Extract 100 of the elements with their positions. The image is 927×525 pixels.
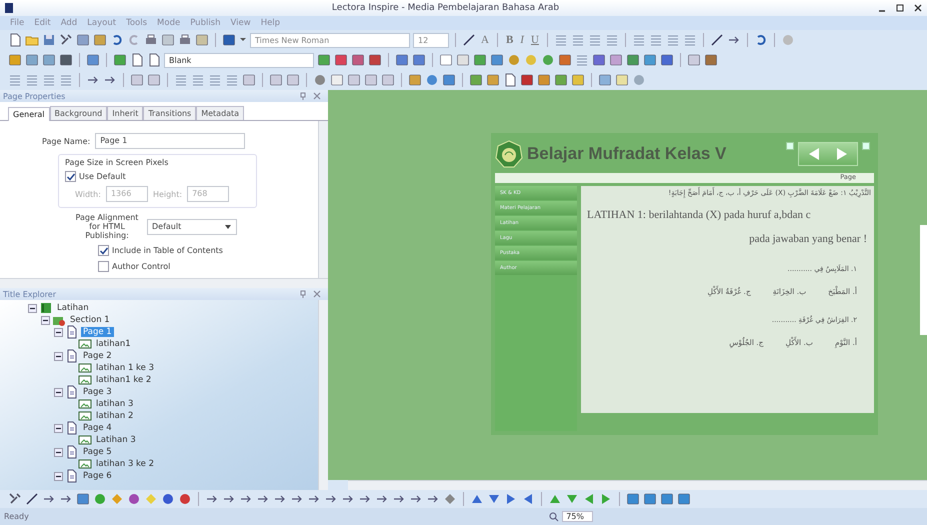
lines-icon[interactable] — [575, 53, 589, 67]
tile-icon[interactable] — [76, 33, 90, 47]
tile-icon[interactable] — [317, 53, 331, 67]
tree-item[interactable]: Page 4 — [81, 423, 114, 433]
underline-button[interactable]: U — [528, 34, 541, 46]
tree-item[interactable]: Page 3 — [81, 387, 114, 397]
tile-icon[interactable] — [347, 73, 361, 87]
circle-icon[interactable] — [127, 492, 141, 506]
tree-item[interactable]: Latihan — [55, 303, 91, 313]
tree-item[interactable]: Page 2 — [81, 351, 114, 361]
lines-icon[interactable] — [666, 33, 680, 47]
tile-icon[interactable] — [161, 33, 175, 47]
tile-icon[interactable] — [364, 73, 378, 87]
tile-icon[interactable] — [469, 73, 483, 87]
tree-item[interactable]: Page 1 — [81, 327, 114, 337]
scrollbar[interactable] — [318, 300, 328, 490]
document-icon[interactable] — [8, 33, 22, 47]
tree-item[interactable]: latihan1 ke 2 — [94, 375, 154, 385]
tile-icon[interactable] — [147, 73, 161, 87]
pin-icon[interactable] — [298, 91, 308, 101]
tile-icon[interactable] — [626, 492, 640, 506]
tile-icon[interactable] — [86, 53, 100, 67]
zoom-icon[interactable] — [549, 512, 560, 522]
document-icon[interactable] — [147, 53, 161, 67]
tile-icon[interactable] — [59, 53, 73, 67]
tree-item[interactable]: latihan 1 ke 3 — [94, 363, 156, 373]
zoom-dropdown[interactable]: 75% — [562, 511, 593, 522]
circle-icon[interactable] — [93, 492, 107, 506]
circle-icon[interactable] — [313, 73, 327, 87]
diamond-icon[interactable] — [443, 492, 457, 506]
collapse-toggle-icon[interactable] — [54, 388, 63, 396]
checkbox[interactable] — [65, 171, 76, 182]
collapse-toggle-icon[interactable] — [54, 424, 63, 432]
tile-icon[interactable] — [609, 53, 623, 67]
tile-icon[interactable] — [242, 73, 256, 87]
document-icon[interactable] — [503, 73, 517, 87]
lines-icon[interactable] — [25, 73, 39, 87]
tile-icon[interactable] — [558, 53, 572, 67]
line-icon[interactable] — [710, 33, 724, 47]
scrollbar[interactable] — [0, 278, 328, 288]
tile-icon[interactable] — [412, 53, 426, 67]
alignment-dropdown[interactable]: Default — [147, 218, 237, 234]
circle-icon[interactable] — [507, 53, 521, 67]
tile-icon[interactable] — [626, 53, 640, 67]
tile-icon[interactable] — [486, 73, 500, 87]
tile-icon[interactable] — [473, 53, 487, 67]
bold-button[interactable]: B — [504, 34, 516, 46]
lines-icon[interactable] — [604, 33, 619, 47]
tile-icon[interactable] — [93, 33, 107, 47]
tile-icon[interactable] — [660, 492, 674, 506]
checkbox[interactable] — [98, 245, 109, 256]
previous-icon[interactable] — [807, 146, 821, 162]
document-icon[interactable] — [130, 53, 144, 67]
tile-icon[interactable] — [76, 492, 90, 506]
tree-item[interactable]: latihan 3 — [94, 399, 136, 409]
tile-icon[interactable] — [598, 73, 612, 87]
scrollbar[interactable] — [348, 480, 927, 490]
tile-icon[interactable] — [330, 73, 344, 87]
tile-icon[interactable] — [130, 73, 144, 87]
checkbox-label[interactable]: Include in Table of Contents — [112, 246, 223, 255]
tile-icon[interactable] — [381, 73, 395, 87]
collapse-toggle-icon[interactable] — [54, 328, 63, 336]
tile-icon[interactable] — [643, 53, 657, 67]
lines-icon[interactable] — [191, 73, 205, 87]
tree-item[interactable]: Page 5 — [81, 447, 114, 457]
tile-icon[interactable] — [351, 53, 365, 67]
tile-icon[interactable] — [490, 53, 504, 67]
tile-icon[interactable] — [615, 73, 629, 87]
text-color-button[interactable]: A — [479, 34, 491, 46]
tile-icon[interactable] — [269, 73, 283, 87]
tile-icon[interactable] — [42, 53, 56, 67]
line-icon[interactable] — [462, 33, 476, 47]
tile-icon[interactable] — [8, 53, 22, 67]
circle-icon[interactable] — [161, 492, 175, 506]
tile-icon[interactable] — [687, 53, 701, 67]
lines-icon[interactable] — [682, 33, 697, 47]
circle-icon[interactable] — [541, 53, 555, 67]
tile-icon[interactable] — [395, 53, 409, 67]
collapse-toggle-icon[interactable] — [54, 448, 63, 456]
tile-icon[interactable] — [286, 73, 300, 87]
tree-item[interactable]: Page 6 — [81, 471, 114, 481]
tile-icon[interactable] — [195, 33, 209, 47]
tree-item[interactable]: latihan 2 — [94, 411, 136, 421]
tile-icon[interactable] — [592, 53, 606, 67]
tree-item[interactable]: latihan 3 ke 2 — [94, 459, 156, 469]
tile-icon[interactable] — [520, 73, 534, 87]
tile-icon[interactable] — [334, 53, 348, 67]
circle-icon[interactable] — [425, 73, 439, 87]
lines-icon[interactable] — [554, 33, 568, 47]
collapse-toggle-icon[interactable] — [28, 304, 37, 312]
lines-icon[interactable] — [570, 33, 585, 47]
printer-icon[interactable] — [144, 33, 158, 47]
close-icon[interactable] — [913, 3, 923, 13]
tile-icon[interactable] — [537, 73, 551, 87]
tile-icon[interactable] — [571, 73, 585, 87]
italic-button[interactable]: I — [518, 34, 526, 46]
tab[interactable]: Transitions — [143, 106, 196, 120]
tile-icon[interactable] — [456, 53, 470, 67]
collapse-toggle-icon[interactable] — [41, 316, 50, 324]
scrollbar[interactable] — [318, 121, 328, 278]
